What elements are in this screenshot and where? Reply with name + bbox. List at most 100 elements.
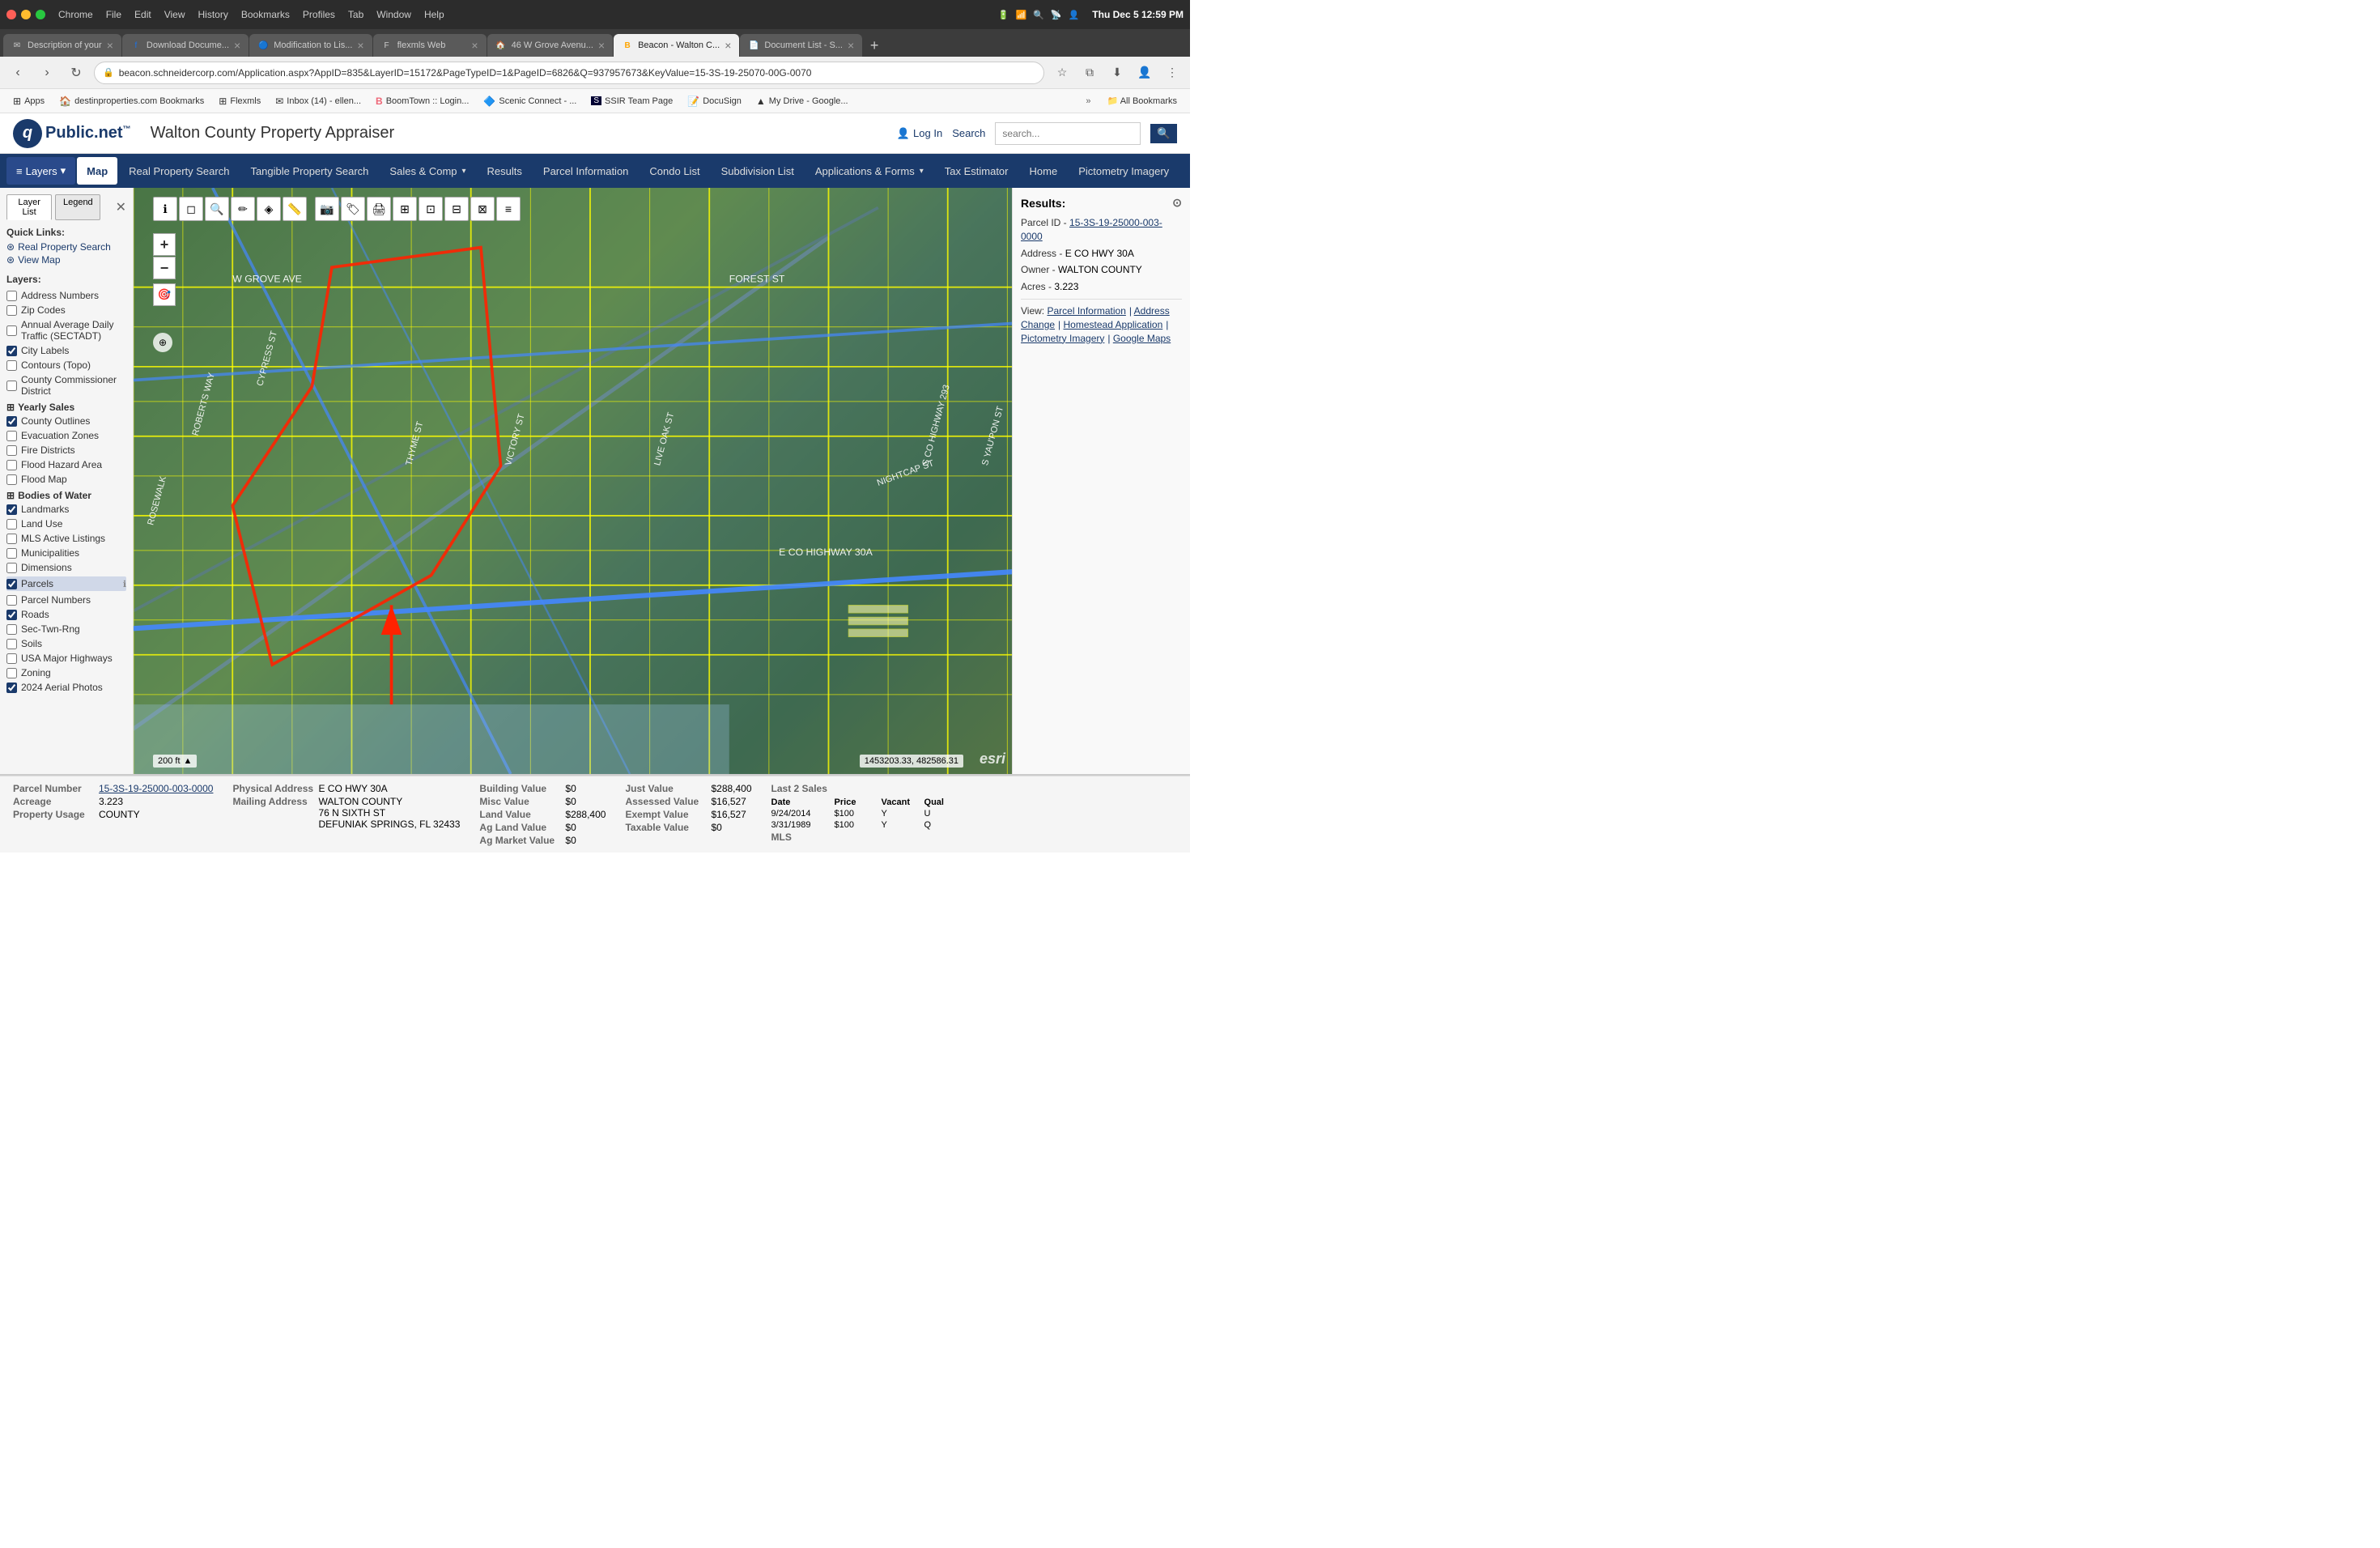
download-button[interactable]: ⬇ [1106, 62, 1128, 84]
nav-subdivision[interactable]: Subdivision List [712, 157, 804, 185]
more-bookmarks[interactable]: » [1081, 95, 1095, 108]
layer-municipalities[interactable]: Municipalities [6, 547, 126, 559]
layer-checkbox-mls-active[interactable] [6, 534, 17, 544]
layer-checkbox-flood-hazard[interactable] [6, 460, 17, 470]
layer-parcels[interactable]: Parcels ℹ [6, 576, 126, 591]
layer-city-labels[interactable]: City Labels [6, 345, 126, 356]
layer-checkbox-sec-twn-rng[interactable] [6, 624, 17, 635]
bookmark-flexmls[interactable]: ⊞ Flexmls [212, 94, 267, 108]
nav-tax-estimator[interactable]: Tax Estimator [935, 157, 1018, 185]
map-tool-extra2[interactable]: ⊡ [419, 197, 443, 221]
layer-checkbox-county-commissioner[interactable] [6, 381, 17, 391]
layer-aadt[interactable]: Annual Average Daily Traffic (SECTADT) [6, 319, 126, 342]
layer-land-use[interactable]: Land Use [6, 518, 126, 529]
layer-soils[interactable]: Soils [6, 638, 126, 649]
bookmark-docusign[interactable]: 📝 DocuSign [681, 94, 748, 108]
tab-close-mod[interactable]: × [357, 39, 363, 52]
layer-checkbox-2024-aerial[interactable] [6, 683, 17, 693]
layer-checkbox-land-use[interactable] [6, 519, 17, 529]
layer-zoning[interactable]: Zoning [6, 667, 126, 678]
bookmark-scenic[interactable]: 🔷 Scenic Connect - ... [477, 94, 583, 108]
map-tool-extra5[interactable]: ≡ [496, 197, 521, 221]
tab-close-download[interactable]: × [234, 39, 240, 52]
layer-fire-districts[interactable]: Fire Districts [6, 444, 126, 456]
layers-button[interactable]: ≡ Layers ▾ [6, 157, 75, 185]
login-link[interactable]: 👤 Log In [897, 127, 942, 140]
zoom-in-button[interactable]: + [153, 233, 176, 256]
nav-pictometry[interactable]: Pictometry Imagery [1069, 157, 1179, 185]
layer-checkbox-city-labels[interactable] [6, 346, 17, 356]
layer-checkbox-aadt[interactable] [6, 325, 17, 336]
forward-button[interactable]: › [36, 62, 58, 84]
menu-button[interactable]: ⋮ [1161, 62, 1184, 84]
layer-evacuation-zones[interactable]: Evacuation Zones [6, 430, 126, 441]
map-print-tool[interactable]: 🖨 [367, 197, 391, 221]
tab-download[interactable]: f Download Docume... × [122, 34, 249, 57]
layer-county-outlines[interactable]: County Outlines [6, 415, 126, 427]
layer-checkbox-contours[interactable] [6, 360, 17, 371]
layer-sec-twn-rng[interactable]: Sec-Twn-Rng [6, 623, 126, 635]
layer-county-commissioner[interactable]: County Commissioner District [6, 374, 126, 397]
nav-tangible[interactable]: Tangible Property Search [240, 157, 378, 185]
view-parcel-info-link[interactable]: Parcel Information [1047, 305, 1125, 317]
layer-checkbox-address-numbers[interactable] [6, 291, 17, 301]
tab-gmail[interactable]: ✉ Description of your × [3, 34, 121, 57]
layer-checkbox-landmarks[interactable] [6, 504, 17, 515]
map-erase-tool[interactable]: ◈ [257, 197, 281, 221]
tab-close-flex[interactable]: × [471, 39, 478, 52]
map-info-tool[interactable]: ℹ [153, 197, 177, 221]
nav-results[interactable]: Results [478, 157, 532, 185]
bookmark-boomtown[interactable]: B BoomTown :: Login... [369, 94, 475, 108]
layer-usa-highways[interactable]: USA Major Highways [6, 653, 126, 664]
bookmark-ssir[interactable]: S SSIR Team Page [584, 95, 679, 108]
layer-checkbox-soils[interactable] [6, 639, 17, 649]
profile-button[interactable]: 👤 [1133, 62, 1156, 84]
view-pictometry-link[interactable]: Pictometry Imagery [1021, 333, 1104, 344]
map-camera-tool[interactable]: 📷 [315, 197, 339, 221]
layer-address-numbers[interactable]: Address Numbers [6, 290, 126, 301]
maximize-button[interactable] [36, 10, 45, 19]
layer-landmarks[interactable]: Landmarks [6, 504, 126, 515]
map-area[interactable]: W GROVE AVE FOREST ST NIGHTCAP ST ROSEWA… [134, 188, 1012, 774]
layer-checkbox-evacuation-zones[interactable] [6, 431, 17, 441]
minimize-button[interactable] [21, 10, 31, 19]
bookmark-inbox[interactable]: ✉ Inbox (14) - ellen... [269, 94, 368, 108]
search-input[interactable] [995, 122, 1141, 145]
view-homestead-link[interactable]: Homestead Application [1064, 319, 1163, 330]
url-bar[interactable]: 🔒 beacon.schneidercorp.com/Application.a… [94, 62, 1044, 84]
layer-checkbox-parcel-numbers[interactable] [6, 595, 17, 606]
view-google-maps-link[interactable]: Google Maps [1113, 333, 1171, 344]
layer-checkbox-municipalities[interactable] [6, 548, 17, 559]
nav-sales-comp[interactable]: Sales & Comp [380, 157, 475, 185]
reload-button[interactable]: ↻ [65, 62, 87, 84]
layer-checkbox-usa-highways[interactable] [6, 653, 17, 664]
locate-button[interactable]: 🎯 [153, 283, 176, 306]
map-measure-tool[interactable]: 📏 [283, 197, 307, 221]
layer-mls-active[interactable]: MLS Active Listings [6, 533, 126, 544]
map-search-tool[interactable]: 🔍 [205, 197, 229, 221]
layer-flood-map[interactable]: Flood Map [6, 474, 126, 485]
nav-condo-list[interactable]: Condo List [640, 157, 709, 185]
nav-parcel-info[interactable]: Parcel Information [533, 157, 639, 185]
parcel-number-value[interactable]: 15-3S-19-25000-003-0000 [99, 783, 213, 794]
layer-checkbox-roads[interactable] [6, 610, 17, 620]
nav-home[interactable]: Home [1020, 157, 1068, 185]
search-link[interactable]: Search [952, 127, 985, 139]
tab-flexmls[interactable]: F flexmls Web × [373, 34, 487, 57]
map-select-tool[interactable]: ◻ [179, 197, 203, 221]
bookmark-apps[interactable]: ⊞ Apps [6, 94, 51, 108]
map-label-tool[interactable]: 🏷 [341, 197, 365, 221]
back-button[interactable]: ‹ [6, 62, 29, 84]
quick-link-real-property[interactable]: ⊛ Real Property Search [6, 241, 126, 253]
layer-roads[interactable]: Roads [6, 609, 126, 620]
layer-zip-codes[interactable]: Zip Codes [6, 304, 126, 316]
nav-real-property[interactable]: Real Property Search [119, 157, 239, 185]
tab-doclist[interactable]: 📄 Document List - S... × [740, 34, 862, 57]
star-button[interactable]: ☆ [1051, 62, 1073, 84]
tab-close-gmail[interactable]: × [107, 39, 113, 52]
layer-flood-hazard[interactable]: Flood Hazard Area [6, 459, 126, 470]
layer-checkbox-flood-map[interactable] [6, 474, 17, 485]
tab-46grove[interactable]: 🏠 46 W Grove Avenu... × [487, 34, 613, 57]
layer-checkbox-county-outlines[interactable] [6, 416, 17, 427]
layer-checkbox-dimensions[interactable] [6, 563, 17, 573]
